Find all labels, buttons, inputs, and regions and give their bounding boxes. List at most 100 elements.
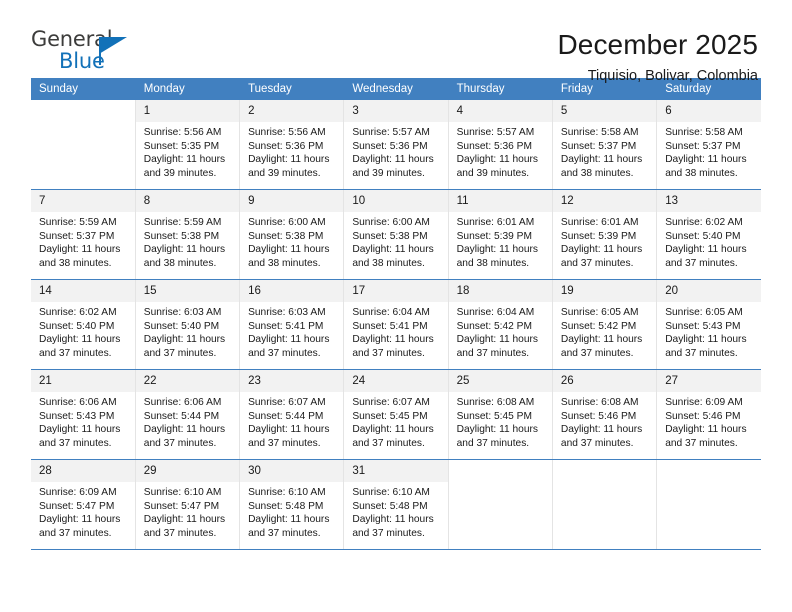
daylight-duration-line-2: and 37 minutes. xyxy=(143,437,217,449)
daylight-duration-line-1: Daylight: 11 hours xyxy=(456,424,538,436)
daylight-duration-line-1: Daylight: 11 hours xyxy=(39,424,121,436)
day-cell-inner xyxy=(448,460,552,549)
day-cell-inner: 2 Sunrise: 5:56 AM Sunset: 5:36 PM Daylight… xyxy=(240,100,344,189)
calendar-day-cell[interactable]: 9 Sunrise: 6:00 AM Sunset: 5:38 PM Daylight… xyxy=(239,189,345,280)
day-details: Sunrise: 6:02 AM Sunset: 5:40 PM Daylight:… xyxy=(657,212,761,270)
day-cell-inner: 24 Sunrise: 6:07 AM Sunset: 5:45 PM Dayligh… xyxy=(344,370,448,459)
weekday-header-sunday: Sunday xyxy=(31,78,136,100)
calendar-day-cell[interactable]: 24 Sunrise: 6:07 AM Sunset: 5:45 PM Dayligh… xyxy=(343,369,449,460)
sunset-time: Sunset: 5:43 PM xyxy=(665,320,741,332)
calendar-day-cell[interactable]: 27 Sunrise: 6:09 AM Sunset: 5:46 PM Dayligh… xyxy=(656,369,761,460)
calendar-day-cell[interactable]: 14 Sunrise: 6:02 AM Sunset: 5:40 PM Dayligh… xyxy=(31,279,136,370)
daylight-duration-line-1: Daylight: 11 hours xyxy=(248,244,330,256)
daylight-duration-line-1: Daylight: 11 hours xyxy=(665,334,747,346)
calendar-day-cell[interactable]: 19 Sunrise: 6:05 AM Sunset: 5:42 PM Dayligh… xyxy=(552,279,658,370)
day-cell-inner: 25 Sunrise: 6:08 AM Sunset: 5:45 PM Dayligh… xyxy=(448,370,552,459)
day-details: Sunrise: 5:57 AM Sunset: 5:36 PM Daylight:… xyxy=(344,122,447,180)
day-cell-inner: 18 Sunrise: 6:04 AM Sunset: 5:42 PM Dayligh… xyxy=(448,280,552,369)
sunrise-time: Sunrise: 6:04 AM xyxy=(352,307,430,318)
day-number: 5 xyxy=(552,100,657,122)
calendar-day-cell[interactable]: 28 Sunrise: 6:09 AM Sunset: 5:47 PM Dayligh… xyxy=(31,459,136,550)
day-number: 6 xyxy=(657,100,761,122)
day-cell-inner: 22 Sunrise: 6:06 AM Sunset: 5:44 PM Dayligh… xyxy=(135,370,240,459)
sunrise-time: Sunrise: 5:58 AM xyxy=(665,127,743,138)
calendar-day-cell[interactable]: 29 Sunrise: 6:10 AM Sunset: 5:47 PM Dayligh… xyxy=(135,459,241,550)
day-details: Sunrise: 5:59 AM Sunset: 5:38 PM Daylight:… xyxy=(136,212,239,270)
sunset-time: Sunset: 5:38 PM xyxy=(143,230,220,242)
day-cell-inner: 19 Sunrise: 6:05 AM Sunset: 5:42 PM Dayligh… xyxy=(552,280,657,369)
sunset-time: Sunset: 5:40 PM xyxy=(143,320,220,332)
sunset-time: Sunset: 5:46 PM xyxy=(665,410,741,422)
calendar-day-cell[interactable]: 1 Sunrise: 5:56 AM Sunset: 5:35 PM Daylight… xyxy=(135,100,241,190)
day-number: 4 xyxy=(448,100,552,122)
page-header: General Blue December 2025 Tiquisio, Bol… xyxy=(0,0,792,84)
day-cell-inner: 27 Sunrise: 6:09 AM Sunset: 5:46 PM Dayligh… xyxy=(657,370,761,459)
calendar-day-cell[interactable]: 23 Sunrise: 6:07 AM Sunset: 5:44 PM Dayligh… xyxy=(239,369,345,460)
sunset-time: Sunset: 5:45 PM xyxy=(456,410,532,422)
calendar-day-cell[interactable]: 16 Sunrise: 6:03 AM Sunset: 5:41 PM Dayligh… xyxy=(239,279,345,370)
day-details: Sunrise: 6:06 AM Sunset: 5:44 PM Daylight:… xyxy=(136,392,239,450)
day-cell-inner: 4 Sunrise: 5:57 AM Sunset: 5:36 PM Daylight… xyxy=(448,100,552,189)
calendar-day-cell[interactable]: 8 Sunrise: 5:59 AM Sunset: 5:38 PM Daylight… xyxy=(135,189,241,280)
daylight-duration-line-2: and 38 minutes. xyxy=(352,257,425,269)
calendar-day-cell[interactable]: 25 Sunrise: 6:08 AM Sunset: 5:45 PM Dayligh… xyxy=(448,369,553,460)
calendar-day-cell[interactable]: 18 Sunrise: 6:04 AM Sunset: 5:42 PM Dayligh… xyxy=(448,279,553,370)
day-details: Sunrise: 6:00 AM Sunset: 5:38 PM Daylight:… xyxy=(344,212,447,270)
daylight-duration-line-1: Daylight: 11 hours xyxy=(248,334,330,346)
day-number: 15 xyxy=(135,280,240,302)
sunrise-time: Sunrise: 6:02 AM xyxy=(39,307,117,318)
daylight-duration-line-2: and 38 minutes. xyxy=(39,257,112,269)
daylight-duration-line-1: Daylight: 11 hours xyxy=(665,424,747,436)
sunrise-time: Sunrise: 5:59 AM xyxy=(143,217,222,228)
day-cell-inner: 23 Sunrise: 6:07 AM Sunset: 5:44 PM Dayligh… xyxy=(240,370,344,459)
day-number xyxy=(552,460,657,482)
calendar-day-cell[interactable]: 30 Sunrise: 6:10 AM Sunset: 5:48 PM Dayligh… xyxy=(239,459,345,550)
calendar-day-cell[interactable]: 31 Sunrise: 6:10 AM Sunset: 5:48 PM Dayligh… xyxy=(343,459,449,550)
day-number: 11 xyxy=(448,190,552,212)
day-details: Sunrise: 6:04 AM Sunset: 5:42 PM Daylight:… xyxy=(449,302,552,360)
calendar-day-cell[interactable]: 17 Sunrise: 6:04 AM Sunset: 5:41 PM Dayligh… xyxy=(343,279,449,370)
day-cell-inner: 20 Sunrise: 6:05 AM Sunset: 5:43 PM Dayligh… xyxy=(657,280,761,369)
day-details: Sunrise: 6:10 AM Sunset: 5:47 PM Daylight:… xyxy=(136,482,239,540)
logo-text-blue: Blue xyxy=(59,49,105,73)
sunrise-time: Sunrise: 6:06 AM xyxy=(143,397,222,408)
day-number: 1 xyxy=(135,100,240,122)
sunrise-time: Sunrise: 6:08 AM xyxy=(456,397,535,408)
day-details: Sunrise: 6:09 AM Sunset: 5:46 PM Daylight:… xyxy=(657,392,761,450)
calendar-day-cell[interactable]: 6 Sunrise: 5:58 AM Sunset: 5:37 PM Daylight… xyxy=(656,100,761,190)
day-number xyxy=(657,460,761,482)
day-details: Sunrise: 5:59 AM Sunset: 5:37 PM Daylight:… xyxy=(31,212,135,270)
page-title: December 2025 xyxy=(557,29,758,60)
sunset-time: Sunset: 5:47 PM xyxy=(39,500,115,512)
sunrise-time: Sunrise: 6:09 AM xyxy=(665,397,743,408)
calendar-day-cell[interactable]: 15 Sunrise: 6:03 AM Sunset: 5:40 PM Dayligh… xyxy=(135,279,241,370)
sunset-time: Sunset: 5:36 PM xyxy=(456,140,532,152)
daylight-duration-line-2: and 37 minutes. xyxy=(143,347,217,359)
day-number: 18 xyxy=(448,280,552,302)
calendar-day-cell[interactable]: 20 Sunrise: 6:05 AM Sunset: 5:43 PM Dayligh… xyxy=(656,279,761,370)
day-number xyxy=(31,100,135,122)
day-details: Sunrise: 5:56 AM Sunset: 5:36 PM Daylight:… xyxy=(240,122,343,180)
daylight-duration-line-2: and 37 minutes. xyxy=(456,437,530,449)
general-blue-logo[interactable]: General Blue xyxy=(31,27,143,75)
calendar-day-cell[interactable]: 12 Sunrise: 6:01 AM Sunset: 5:39 PM Dayligh… xyxy=(552,189,658,280)
calendar-day-cell[interactable]: 5 Sunrise: 5:58 AM Sunset: 5:37 PM Daylight… xyxy=(552,100,658,190)
weekday-header-thursday: Thursday xyxy=(448,78,553,100)
calendar-day-cell[interactable]: 4 Sunrise: 5:57 AM Sunset: 5:36 PM Daylight… xyxy=(448,100,553,190)
daylight-duration-line-1: Daylight: 11 hours xyxy=(143,244,226,256)
calendar-day-cell[interactable]: 22 Sunrise: 6:06 AM Sunset: 5:44 PM Dayligh… xyxy=(135,369,241,460)
day-details xyxy=(657,482,761,486)
day-cell-inner: 11 Sunrise: 6:01 AM Sunset: 5:39 PM Dayligh… xyxy=(448,190,552,279)
calendar-day-cell[interactable]: 10 Sunrise: 6:00 AM Sunset: 5:38 PM Dayligh… xyxy=(343,189,449,280)
calendar-day-cell[interactable]: 13 Sunrise: 6:02 AM Sunset: 5:40 PM Dayligh… xyxy=(656,189,761,280)
calendar-day-cell[interactable]: 7 Sunrise: 5:59 AM Sunset: 5:37 PM Daylight… xyxy=(31,189,136,280)
calendar-day-cell[interactable]: 11 Sunrise: 6:01 AM Sunset: 5:39 PM Dayligh… xyxy=(448,189,553,280)
calendar-day-cell[interactable]: 26 Sunrise: 6:08 AM Sunset: 5:46 PM Dayligh… xyxy=(552,369,658,460)
calendar-day-cell[interactable]: 21 Sunrise: 6:06 AM Sunset: 5:43 PM Dayligh… xyxy=(31,369,136,460)
daylight-duration-line-1: Daylight: 11 hours xyxy=(560,244,643,256)
calendar-day-cell[interactable]: 2 Sunrise: 5:56 AM Sunset: 5:36 PM Daylight… xyxy=(239,100,345,190)
day-cell-inner xyxy=(657,460,761,549)
day-details: Sunrise: 6:03 AM Sunset: 5:40 PM Daylight:… xyxy=(136,302,239,360)
day-number: 29 xyxy=(135,460,240,482)
calendar-day-cell[interactable]: 3 Sunrise: 5:57 AM Sunset: 5:36 PM Daylight… xyxy=(343,100,449,190)
